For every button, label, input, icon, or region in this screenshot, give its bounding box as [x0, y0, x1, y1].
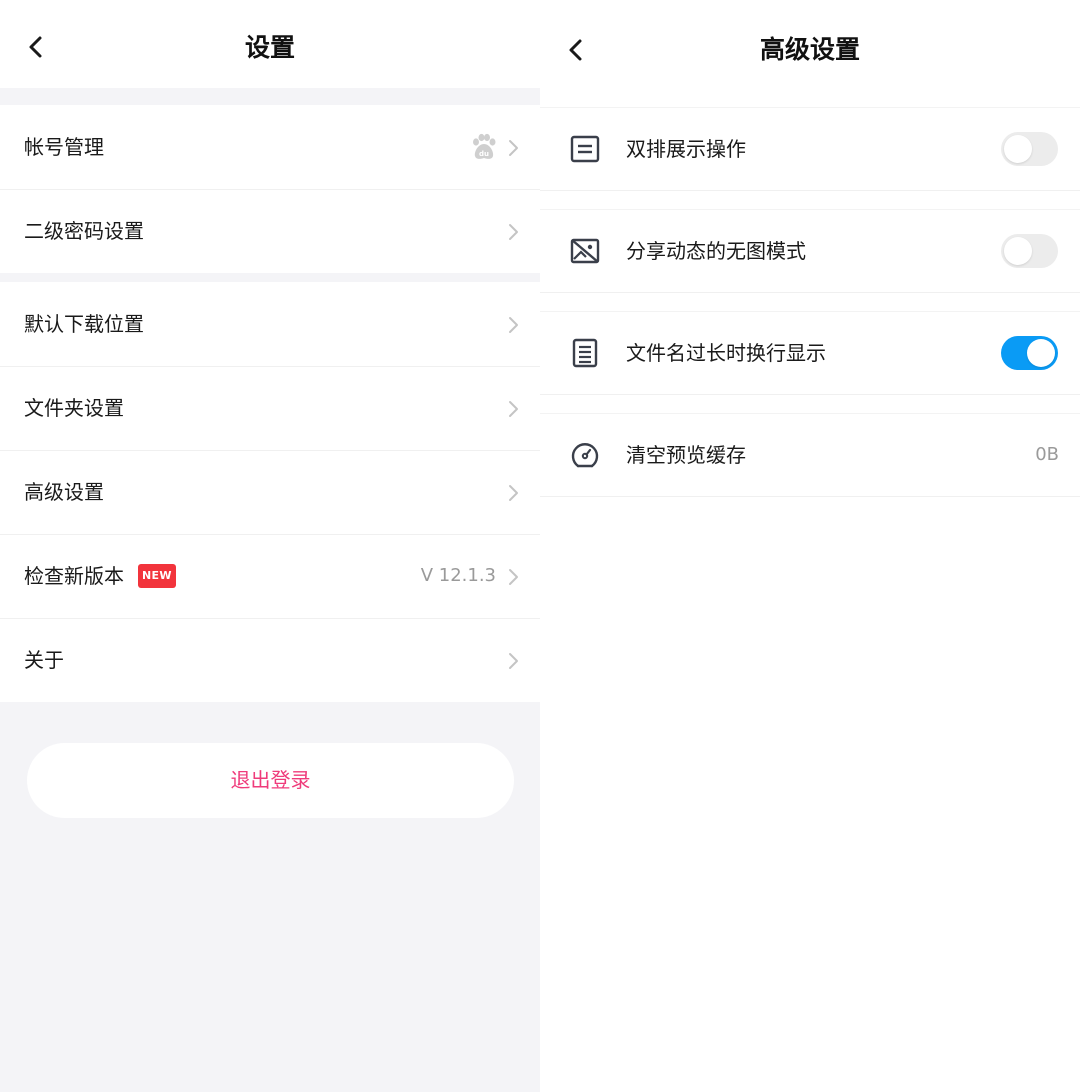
toggle-knob — [1004, 135, 1032, 163]
settings-item-about[interactable]: 关于 — [0, 618, 540, 702]
cache-size-value: 0B — [1035, 444, 1059, 465]
settings-header: 设置 — [0, 0, 540, 88]
toggle-knob — [1004, 237, 1032, 265]
settings-item-check-update[interactable]: 检查新版本 NEW V 12.1.3 — [0, 534, 540, 618]
version-value: V 12.1.3 — [420, 565, 496, 586]
settings-item-advanced[interactable]: 高级设置 — [0, 450, 540, 534]
settings-group-account: 帐号管理 du 二级密码设置 — [0, 105, 540, 273]
settings-item-download-location[interactable]: 默认下载位置 — [0, 282, 540, 366]
advanced-item-filename-wrap: 文件名过长时换行显示 — [540, 311, 1080, 395]
svg-text:du: du — [479, 150, 489, 158]
settings-item-label: 文件夹设置 — [24, 396, 124, 420]
settings-item-label: 默认下载位置 — [24, 312, 144, 336]
settings-item-label: 关于 — [24, 648, 64, 672]
baidu-paw-icon: du — [473, 133, 496, 159]
chevron-right-icon — [509, 653, 518, 669]
page-title: 高级设置 — [759, 35, 860, 64]
settings-item-label: 帐号管理 — [24, 135, 104, 159]
advanced-item-label: 双排展示操作 — [626, 137, 746, 161]
logout-button[interactable]: 退出登录 — [27, 743, 514, 818]
advanced-item-label: 分享动态的无图模式 — [626, 239, 806, 263]
page-title: 设置 — [244, 33, 295, 62]
advanced-item-clear-preview-cache[interactable]: 清空预览缓存 0B — [540, 413, 1080, 497]
chevron-right-icon — [509, 485, 518, 501]
advanced-settings-screen: 高级设置 双排展示操作 分享动态的无图模式 文件名过长时换行显示 清空预览缓存 … — [540, 0, 1080, 1092]
gauge-icon — [571, 443, 599, 468]
settings-item-label: 二级密码设置 — [24, 219, 144, 243]
no-image-icon — [570, 238, 600, 264]
filename-wrap-toggle[interactable] — [1001, 336, 1058, 370]
chevron-right-icon — [509, 401, 518, 417]
chevron-right-icon — [509, 140, 518, 156]
settings-item-label: 高级设置 — [24, 480, 104, 504]
document-icon — [572, 338, 598, 368]
advanced-item-label: 文件名过长时换行显示 — [626, 341, 826, 365]
chevron-right-icon — [509, 569, 518, 585]
settings-item-folder-settings[interactable]: 文件夹设置 — [0, 366, 540, 450]
list-icon — [570, 135, 600, 163]
toggle-knob — [1027, 339, 1055, 367]
settings-group-general: 默认下载位置 文件夹设置 高级设置 检查新版本 NEW V 12.1.3 关于 — [0, 282, 540, 702]
advanced-header: 高级设置 — [540, 0, 1080, 104]
advanced-item-dual-row-display: 双排展示操作 — [540, 107, 1080, 191]
settings-screen: 设置 帐号管理 du 二级密码设置 默认下载位置 文件夹设置 高级设置 检查新版… — [0, 0, 540, 1092]
advanced-item-label: 清空预览缓存 — [626, 443, 746, 467]
new-badge: NEW — [138, 564, 176, 588]
settings-item-label: 检查新版本 — [24, 564, 124, 588]
settings-item-secondary-password[interactable]: 二级密码设置 — [0, 189, 540, 273]
advanced-item-no-image-mode: 分享动态的无图模式 — [540, 209, 1080, 293]
chevron-right-icon — [509, 317, 518, 333]
dual-row-display-toggle[interactable] — [1001, 132, 1058, 166]
chevron-right-icon — [509, 224, 518, 240]
settings-item-account-management[interactable]: 帐号管理 du — [0, 105, 540, 189]
no-image-mode-toggle[interactable] — [1001, 234, 1058, 268]
